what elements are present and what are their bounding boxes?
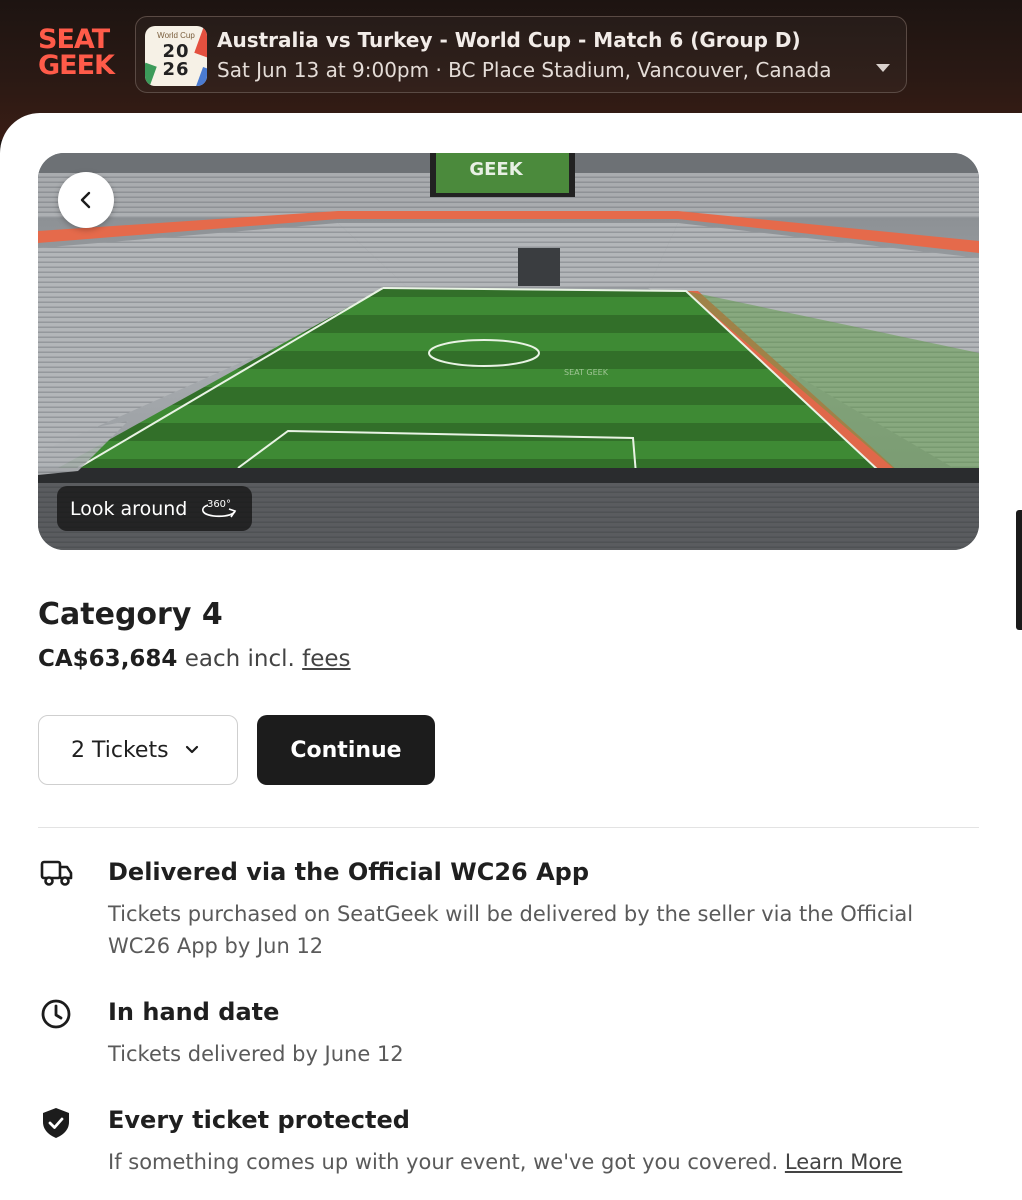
scroll-edge [1016, 510, 1022, 630]
look-around-label: Look around [70, 497, 188, 520]
price-suffix: each incl. [177, 646, 303, 672]
ticket-price: CA$63,684 [38, 646, 178, 672]
badge-label: World Cup [157, 31, 195, 40]
feature-description: If something comes up with your event, w… [108, 1146, 978, 1178]
pitch-watermark: SEAT GEEK [564, 368, 609, 377]
feature-description-text: If something comes up with your event, w… [108, 1150, 785, 1174]
quantity-value: 2 Tickets [71, 737, 169, 763]
event-title: Australia vs Turkey - World Cup - Match … [217, 28, 801, 52]
badge-year-bottom: 26 [162, 59, 190, 80]
ticket-quantity-select[interactable]: 2 Tickets [38, 715, 238, 785]
back-button[interactable] [58, 172, 114, 228]
event-selector[interactable]: World Cup 20 26 Australia vs Turkey - Wo… [135, 16, 907, 93]
feature-description: Tickets purchased on SeatGeek will be de… [108, 902, 914, 958]
look-around-button[interactable]: Look around 360° [57, 486, 252, 531]
feature-description: Tickets delivered by June 12 [108, 1042, 404, 1066]
ticket-category: Category 4 [38, 597, 223, 632]
clock-icon [41, 999, 71, 1029]
fees-link[interactable]: fees [302, 646, 350, 672]
view-360-label: 360° [207, 499, 231, 510]
event-subtitle: Sat Jun 13 at 9:00pm · BC Place Stadium,… [217, 58, 832, 82]
feature-title: Every ticket protected [108, 1106, 410, 1134]
scoreboard-text: GEEK [469, 159, 523, 180]
chevron-down-icon [185, 745, 198, 754]
price-line: CA$63,684 each incl. fees [38, 646, 351, 672]
world-cup-2026-badge: World Cup 20 26 [145, 26, 207, 86]
continue-button[interactable]: Continue [257, 715, 435, 785]
feature-title: Delivered via the Official WC26 App [108, 858, 590, 886]
chevron-left-icon [80, 191, 91, 209]
shield-check-icon [43, 1108, 69, 1138]
seatgeek-logo[interactable]: SEAT GEEK [38, 26, 115, 81]
feature-title: In hand date [108, 998, 280, 1026]
logo-line-2: GEEK [38, 50, 115, 81]
rotate-360-icon: 360° [202, 499, 237, 517]
caret-down-icon[interactable] [876, 64, 890, 72]
section-divider [38, 827, 979, 828]
learn-more-link[interactable]: Learn More [785, 1150, 902, 1174]
truck-icon [40, 860, 73, 886]
